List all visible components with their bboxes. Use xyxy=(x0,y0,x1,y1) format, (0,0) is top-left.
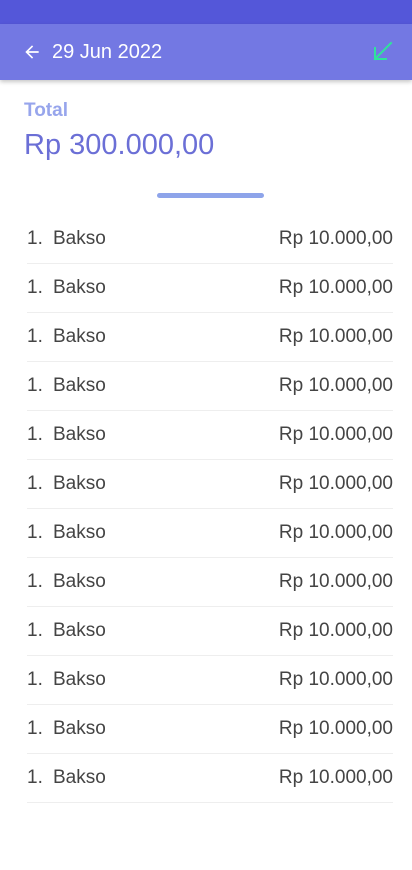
total-value: Rp 300.000,00 xyxy=(24,129,215,161)
item-info: 1. Bakso xyxy=(27,228,106,250)
item-list: 1. Bakso Rp 10.000,00 1. Bakso Rp 10.000,00 1.… xyxy=(27,215,393,803)
item-price: Rp 10.000,00 xyxy=(278,326,393,347)
item-price: Rp 10.000,00 xyxy=(278,767,393,788)
item-info: 1. Bakso xyxy=(27,424,106,446)
item-info: 1. Bakso xyxy=(27,620,106,642)
item-price: Rp 10.000,00 xyxy=(278,424,393,445)
list-item[interactable]: 1. Bakso Rp 10.000,00 xyxy=(27,607,393,656)
item-name: Bakso xyxy=(53,620,106,641)
download-button[interactable] xyxy=(368,38,396,66)
item-price: Rp 10.000,00 xyxy=(278,375,393,396)
item-info: 1. Bakso xyxy=(27,473,106,495)
item-quantity: 1. xyxy=(27,228,43,249)
total-label: Total xyxy=(24,100,68,121)
item-info: 1. Bakso xyxy=(27,767,106,789)
item-info: 1. Bakso xyxy=(27,326,106,348)
item-price: Rp 10.000,00 xyxy=(278,277,393,298)
page-title: 29 Jun 2022 xyxy=(52,41,163,63)
item-name: Bakso xyxy=(53,375,106,396)
item-name: Bakso xyxy=(53,718,106,739)
item-quantity: 1. xyxy=(27,522,43,543)
list-item[interactable]: 1. Bakso Rp 10.000,00 xyxy=(27,362,393,411)
item-info: 1. Bakso xyxy=(27,277,106,299)
item-quantity: 1. xyxy=(27,767,43,788)
app-bar: 29 Jun 2022 xyxy=(0,24,412,80)
arrow-left-icon xyxy=(25,45,39,59)
item-quantity: 1. xyxy=(27,326,43,347)
item-price: Rp 10.000,00 xyxy=(278,718,393,739)
item-name: Bakso xyxy=(53,277,106,298)
list-item[interactable]: 1. Bakso Rp 10.000,00 xyxy=(27,215,393,264)
item-info: 1. Bakso xyxy=(27,669,106,691)
item-price: Rp 10.000,00 xyxy=(278,228,393,249)
list-item[interactable]: 1. Bakso Rp 10.000,00 xyxy=(27,509,393,558)
item-quantity: 1. xyxy=(27,718,43,739)
item-price: Rp 10.000,00 xyxy=(278,620,393,641)
item-quantity: 1. xyxy=(27,277,43,298)
item-quantity: 1. xyxy=(27,473,43,494)
item-name: Bakso xyxy=(53,424,106,445)
list-item[interactable]: 1. Bakso Rp 10.000,00 xyxy=(27,411,393,460)
list-item[interactable]: 1. Bakso Rp 10.000,00 xyxy=(27,558,393,607)
list-item[interactable]: 1. Bakso Rp 10.000,00 xyxy=(27,264,393,313)
item-quantity: 1. xyxy=(27,571,43,592)
item-price: Rp 10.000,00 xyxy=(278,522,393,543)
arrow-down-left-icon xyxy=(373,41,393,61)
item-name: Bakso xyxy=(53,571,106,592)
item-quantity: 1. xyxy=(27,424,43,445)
back-button[interactable] xyxy=(20,40,44,64)
list-item[interactable]: 1. Bakso Rp 10.000,00 xyxy=(27,705,393,754)
item-name: Bakso xyxy=(53,228,106,249)
list-item[interactable]: 1. Bakso Rp 10.000,00 xyxy=(27,656,393,705)
item-price: Rp 10.000,00 xyxy=(278,473,393,494)
item-info: 1. Bakso xyxy=(27,375,106,397)
list-item[interactable]: 1. Bakso Rp 10.000,00 xyxy=(27,460,393,509)
item-price: Rp 10.000,00 xyxy=(278,571,393,592)
list-item[interactable]: 1. Bakso Rp 10.000,00 xyxy=(27,754,393,803)
item-name: Bakso xyxy=(53,326,106,347)
list-item[interactable]: 1. Bakso Rp 10.000,00 xyxy=(27,313,393,362)
item-name: Bakso xyxy=(53,473,106,494)
status-bar xyxy=(0,0,412,24)
item-quantity: 1. xyxy=(27,375,43,396)
item-info: 1. Bakso xyxy=(27,571,106,593)
item-price: Rp 10.000,00 xyxy=(278,669,393,690)
item-name: Bakso xyxy=(53,522,106,543)
item-name: Bakso xyxy=(53,669,106,690)
drag-handle[interactable] xyxy=(157,193,264,198)
item-info: 1. Bakso xyxy=(27,522,106,544)
item-info: 1. Bakso xyxy=(27,718,106,740)
item-quantity: 1. xyxy=(27,620,43,641)
item-name: Bakso xyxy=(53,767,106,788)
item-quantity: 1. xyxy=(27,669,43,690)
